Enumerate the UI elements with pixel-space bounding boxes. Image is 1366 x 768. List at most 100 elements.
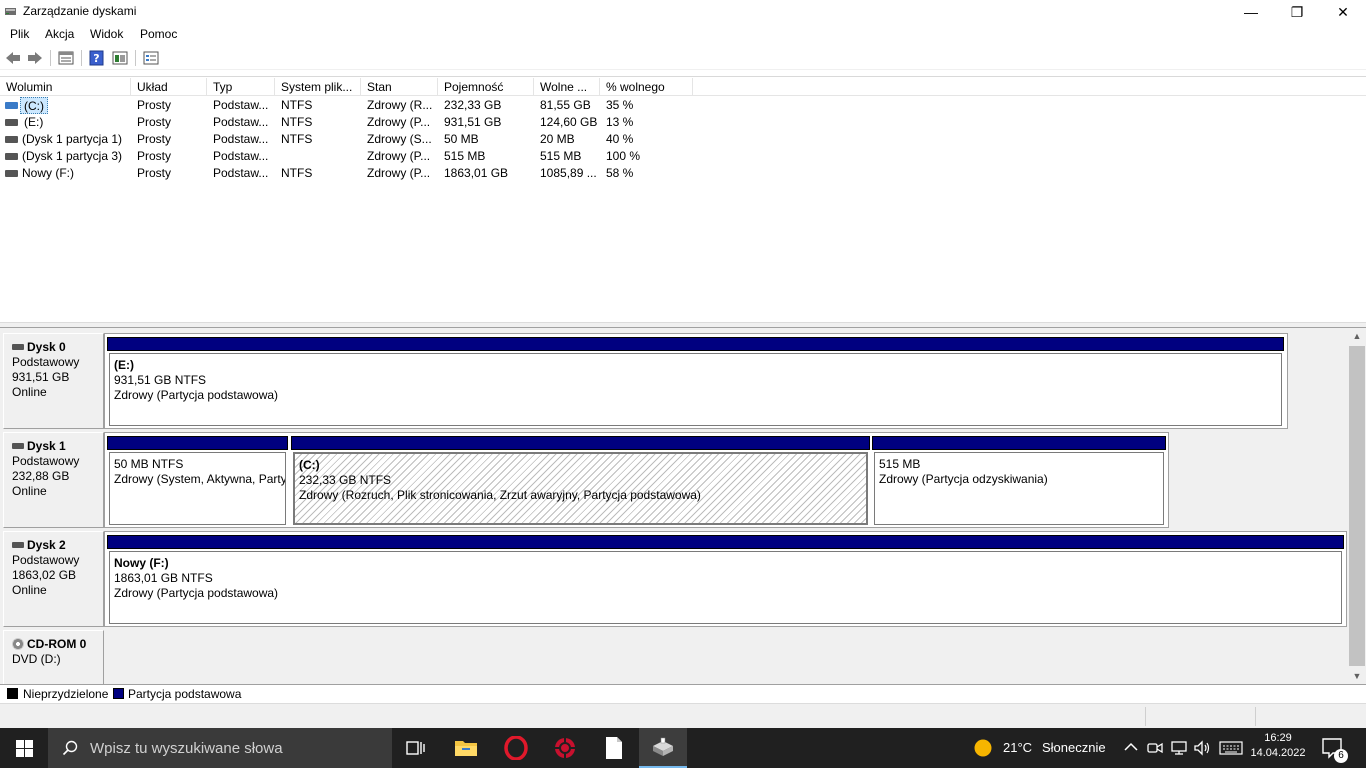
table-row[interactable]: Nowy (F:) Prosty Podstaw... NTFS Zdrowy … bbox=[0, 165, 700, 182]
col-capacity[interactable]: Pojemność bbox=[438, 78, 534, 96]
vertical-scrollbar[interactable]: ▲ ▼ bbox=[1348, 328, 1366, 684]
partition-status: Zdrowy (System, Aktywna, Partycja podsta… bbox=[114, 472, 285, 486]
volume-name: (E:) bbox=[24, 115, 44, 129]
weather-temperature[interactable]: 21°C bbox=[1003, 740, 1032, 755]
disk-management-icon bbox=[653, 737, 673, 756]
taskbar-search[interactable]: Wpisz tu wyszukiwane słowa bbox=[48, 728, 392, 768]
status-bar bbox=[0, 703, 1366, 728]
col-layout[interactable]: Układ bbox=[131, 78, 207, 96]
meet-now-icon[interactable] bbox=[1147, 740, 1163, 756]
disk-management-taskbar-button[interactable] bbox=[639, 728, 687, 768]
opera-icon bbox=[504, 736, 528, 760]
volume-speaker-icon[interactable] bbox=[1194, 740, 1212, 756]
disk-kind: Podstawowy bbox=[12, 553, 80, 567]
volume-list[interactable]: Wolumin Układ Typ System plik... Stan Po… bbox=[0, 76, 1366, 322]
col-type[interactable]: Typ bbox=[207, 78, 275, 96]
disk-row: Dysk 2 Podstawowy 1863,02 GB Online Nowy… bbox=[0, 531, 1348, 627]
legend-unallocated-label: Nieprzydzielone bbox=[23, 687, 109, 701]
volume-status: Zdrowy (P... bbox=[367, 166, 431, 180]
start-button[interactable] bbox=[0, 728, 48, 768]
taskbar-clock[interactable]: 16:29 14.04.2022 bbox=[1250, 731, 1306, 761]
volume-pct: 13 % bbox=[606, 115, 634, 129]
title-bar: Zarządzanie dyskami — ❐ ✕ bbox=[0, 0, 1366, 24]
show-hidden-icons-chevron-icon[interactable] bbox=[1124, 742, 1138, 752]
minimize-button[interactable]: — bbox=[1228, 0, 1274, 24]
volume-capacity: 931,51 GB bbox=[444, 115, 502, 129]
task-view-icon bbox=[406, 741, 425, 755]
disk-size: 931,51 GB bbox=[12, 370, 70, 384]
taskbar: Wpisz tu wyszukiwane słowa 21°C Słoneczn… bbox=[0, 728, 1366, 768]
col-status[interactable]: Stan bbox=[361, 78, 438, 96]
table-row[interactable]: (Dysk 1 partycja 1) Prosty Podstaw... NT… bbox=[0, 131, 700, 148]
forward-arrow-icon[interactable] bbox=[26, 50, 44, 66]
menu-view[interactable]: Widok bbox=[90, 27, 123, 41]
volume-status: Zdrowy (S... bbox=[367, 132, 432, 146]
volume-list-icon[interactable] bbox=[57, 50, 75, 66]
volume-capacity: 515 MB bbox=[444, 149, 486, 163]
disk-label[interactable]: Dysk 0 Podstawowy 931,51 GB Online bbox=[3, 333, 104, 429]
disk-name: CD-ROM 0 bbox=[27, 637, 87, 651]
partition-system[interactable]: 50 MB NTFS Zdrowy (System, Aktywna, Part… bbox=[107, 436, 288, 525]
partition-c[interactable]: (C:) 232,33 GB NTFS Zdrowy (Rozruch, Pli… bbox=[291, 436, 870, 525]
scroll-thumb[interactable] bbox=[1349, 346, 1365, 666]
scroll-up-icon[interactable]: ▲ bbox=[1348, 328, 1366, 344]
close-button[interactable]: ✕ bbox=[1320, 0, 1366, 24]
table-row[interactable]: (Dysk 1 partycja 3) Prosty Podstaw... Zd… bbox=[0, 148, 700, 165]
disk-row: CD-ROM 0 DVD (D:) bbox=[0, 630, 1348, 684]
document-button[interactable] bbox=[590, 728, 638, 768]
volume-fs: NTFS bbox=[281, 166, 313, 180]
partition-body-selected: (C:) 232,33 GB NTFS Zdrowy (Rozruch, Pli… bbox=[293, 452, 868, 525]
legend-primary-label: Partycja podstawowa bbox=[128, 687, 242, 701]
col-free[interactable]: Wolne ... bbox=[534, 78, 600, 96]
disk-label[interactable]: Dysk 1 Podstawowy 232,88 GB Online bbox=[3, 432, 104, 528]
opera-button[interactable] bbox=[492, 728, 540, 768]
disk-name: Dysk 2 bbox=[27, 538, 66, 552]
menu-file[interactable]: Plik bbox=[10, 27, 29, 41]
file-explorer-button[interactable] bbox=[442, 728, 490, 768]
partition-header-bar bbox=[291, 436, 870, 450]
table-row[interactable]: (E:) Prosty Podstaw... NTFS Zdrowy (P...… bbox=[0, 114, 700, 131]
table-row[interactable]: (C:) Prosty Podstaw... NTFS Zdrowy (R...… bbox=[0, 97, 700, 114]
volume-free: 1085,89 ... bbox=[540, 166, 597, 180]
weather-sun-icon[interactable] bbox=[973, 738, 993, 758]
disk-row: Dysk 1 Podstawowy 232,88 GB Online 50 MB… bbox=[0, 432, 1348, 528]
properties-icon[interactable] bbox=[142, 50, 160, 66]
col-percent-free[interactable]: % wolnego bbox=[600, 78, 693, 96]
weather-description[interactable]: Słonecznie bbox=[1042, 740, 1106, 755]
partition-e[interactable]: (E:) 931,51 GB NTFS Zdrowy (Partycja pod… bbox=[107, 337, 1284, 426]
col-filesystem[interactable]: System plik... bbox=[275, 78, 361, 96]
graphical-view-icon[interactable] bbox=[111, 50, 129, 66]
red-app-button[interactable] bbox=[541, 728, 589, 768]
disk-label[interactable]: CD-ROM 0 DVD (D:) bbox=[3, 630, 104, 684]
disk-name: Dysk 1 bbox=[27, 439, 66, 453]
help-icon[interactable]: ? bbox=[88, 50, 106, 66]
clock-date: 14.04.2022 bbox=[1250, 747, 1306, 759]
col-volume[interactable]: Wolumin bbox=[0, 78, 131, 96]
volume-free: 81,55 GB bbox=[540, 98, 591, 112]
task-view-button[interactable] bbox=[392, 728, 440, 768]
menu-help[interactable]: Pomoc bbox=[140, 27, 177, 41]
menu-action[interactable]: Akcja bbox=[45, 27, 74, 41]
disk-label[interactable]: Dysk 2 Podstawowy 1863,02 GB Online bbox=[3, 531, 104, 627]
status-segment bbox=[1255, 707, 1365, 726]
scroll-down-icon[interactable]: ▼ bbox=[1348, 668, 1366, 684]
volume-type: Podstaw... bbox=[213, 149, 269, 163]
disk-state: Online bbox=[12, 484, 47, 498]
partition-recovery[interactable]: 515 MB Zdrowy (Partycja odzyskiwania) bbox=[872, 436, 1166, 525]
volume-layout: Prosty bbox=[137, 132, 172, 146]
hard-disk-icon bbox=[12, 344, 24, 350]
maximize-button[interactable]: ❐ bbox=[1274, 0, 1320, 24]
partition-name: (C:) bbox=[299, 458, 320, 472]
network-icon[interactable] bbox=[1171, 740, 1189, 756]
back-arrow-icon[interactable] bbox=[4, 50, 22, 66]
partition-name: Nowy (F:) bbox=[114, 556, 169, 570]
partition-f[interactable]: Nowy (F:) 1863,01 GB NTFS Zdrowy (Partyc… bbox=[107, 535, 1344, 624]
volume-name: Nowy (F:) bbox=[22, 166, 74, 180]
volume-free: 124,60 GB bbox=[540, 115, 598, 129]
document-icon bbox=[606, 737, 622, 759]
partition-size: 232,33 GB NTFS bbox=[299, 473, 392, 487]
volume-icon bbox=[5, 170, 18, 177]
toolbar-separator bbox=[135, 50, 136, 66]
keyboard-input-icon[interactable] bbox=[1219, 741, 1243, 755]
volume-fs: NTFS bbox=[281, 98, 313, 112]
